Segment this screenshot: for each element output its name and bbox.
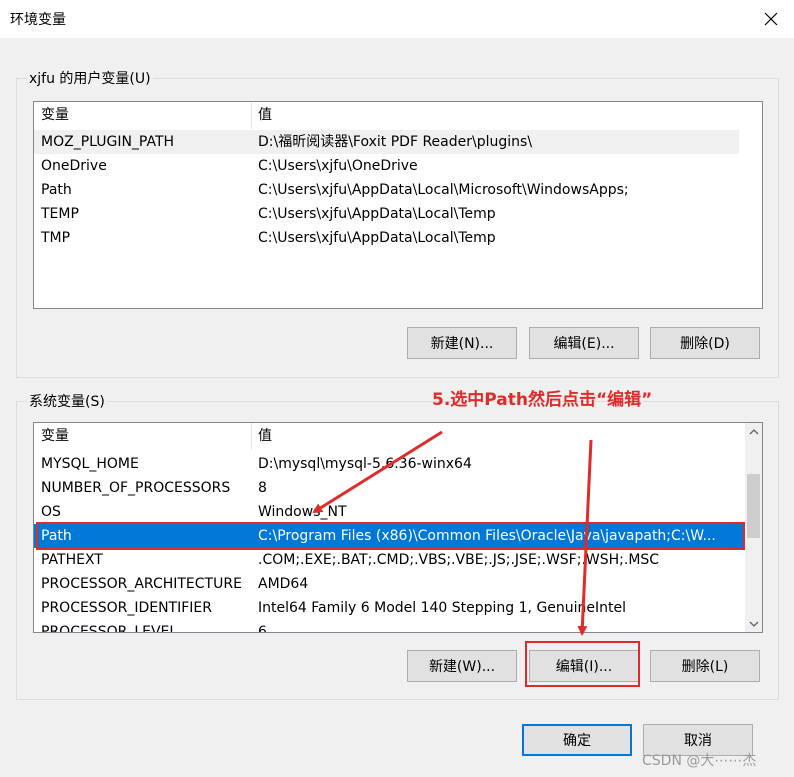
variable-name: NUMBER_OF_PROCESSORS	[41, 480, 231, 496]
system-new-button[interactable]: 新建(W)...	[407, 650, 517, 682]
user-new-button[interactable]: 新建(N)...	[407, 327, 517, 359]
column-header-variable[interactable]: 变量	[34, 423, 251, 450]
ok-button[interactable]: 确定	[522, 724, 632, 756]
variable-name: TMP	[41, 230, 71, 246]
table-row[interactable]: OneDrive C:\Users\xjfu\OneDrive	[34, 154, 739, 178]
table-row[interactable]: MYSQL_HOME D:\mysql\mysql-5.6.36-winx64	[34, 452, 744, 476]
column-header-variable[interactable]: 变量	[34, 102, 251, 129]
table-row[interactable]: OS Windows_NT	[34, 500, 744, 524]
column-header-value[interactable]: 值	[251, 102, 741, 129]
variable-value: .COM;.EXE;.BAT;.CMD;.VBS;.VBE;.JS;.JSE;.…	[258, 552, 660, 568]
chevron-up-icon	[749, 428, 758, 434]
table-row[interactable]: TMP C:\Users\xjfu\AppData\Local\Temp	[34, 226, 739, 250]
table-row[interactable]: MOZ_PLUGIN_PATH D:\福昕阅读器\Foxit PDF Reade…	[34, 130, 739, 154]
scroll-up-button[interactable]	[745, 423, 762, 440]
variable-value: C:\Users\xjfu\OneDrive	[258, 158, 418, 174]
user-variables-label: xjfu 的用户变量(U)	[27, 68, 153, 88]
list-header: 变量 值	[34, 102, 762, 129]
table-row[interactable]: TEMP C:\Users\xjfu\AppData\Local\Temp	[34, 202, 739, 226]
system-delete-button[interactable]: 删除(L)	[650, 650, 760, 682]
system-variables-label: 系统变量(S)	[27, 391, 107, 411]
user-edit-button[interactable]: 编辑(E)...	[529, 327, 639, 359]
variable-name: PROCESSOR_LEVEL	[41, 624, 178, 633]
variable-value: D:\mysql\mysql-5.6.36-winx64	[258, 456, 472, 472]
annotation-text: 5.选中Path然后点击“编辑”	[432, 390, 653, 410]
variable-value: 6	[258, 624, 267, 633]
variable-name: PROCESSOR_ARCHITECTURE	[41, 576, 242, 592]
variable-name: PROCESSOR_IDENTIFIER	[41, 600, 212, 616]
table-row[interactable]: PROCESSOR_IDENTIFIER Intel64 Family 6 Mo…	[34, 596, 744, 620]
close-button[interactable]	[748, 0, 794, 38]
table-row[interactable]: PROCESSOR_LEVEL 6	[34, 620, 744, 633]
variable-value: 8	[258, 480, 267, 496]
watermark: CSDN @大⋯⋯杰	[642, 753, 757, 769]
variable-name: MYSQL_HOME	[41, 456, 139, 472]
chevron-down-icon	[749, 621, 758, 627]
scroll-thumb[interactable]	[747, 474, 760, 538]
table-row[interactable]: PATHEXT .COM;.EXE;.BAT;.CMD;.VBS;.VBE;.J…	[34, 548, 744, 572]
table-row[interactable]: PROCESSOR_ARCHITECTURE AMD64	[34, 572, 744, 596]
variable-value: D:\福昕阅读器\Foxit PDF Reader\plugins\	[258, 134, 533, 150]
scroll-down-button[interactable]	[745, 615, 762, 632]
highlight-edit-button	[525, 641, 640, 687]
title-bar: 环境变量	[0, 0, 794, 38]
close-icon	[764, 12, 778, 26]
list-header: 变量 值	[34, 423, 744, 450]
variable-value: C:\Users\xjfu\AppData\Local\Temp	[258, 230, 496, 246]
window-title: 环境变量	[10, 12, 66, 28]
variable-name: Path	[41, 182, 72, 198]
variable-value: C:\Users\xjfu\AppData\Local\Microsoft\Wi…	[258, 182, 629, 198]
variable-value: Windows_NT	[258, 504, 347, 520]
variable-name: MOZ_PLUGIN_PATH	[41, 134, 175, 150]
variable-name: TEMP	[41, 206, 79, 222]
table-row[interactable]: NUMBER_OF_PROCESSORS 8	[34, 476, 744, 500]
variable-name: PATHEXT	[41, 552, 103, 568]
table-row[interactable]: Path C:\Users\xjfu\AppData\Local\Microso…	[34, 178, 739, 202]
user-variables-list[interactable]: 变量 值 MOZ_PLUGIN_PATH D:\福昕阅读器\Foxit PDF …	[33, 101, 763, 309]
variable-name: OneDrive	[41, 158, 107, 174]
variable-value: Intel64 Family 6 Model 140 Stepping 1, G…	[258, 600, 627, 616]
vertical-scrollbar[interactable]	[745, 423, 762, 632]
variable-name: OS	[41, 504, 61, 520]
user-delete-button[interactable]: 删除(D)	[650, 327, 760, 359]
variable-value: AMD64	[258, 576, 309, 592]
variable-value: C:\Users\xjfu\AppData\Local\Temp	[258, 206, 496, 222]
column-header-value[interactable]: 值	[251, 423, 741, 450]
highlight-path-row	[36, 522, 745, 550]
